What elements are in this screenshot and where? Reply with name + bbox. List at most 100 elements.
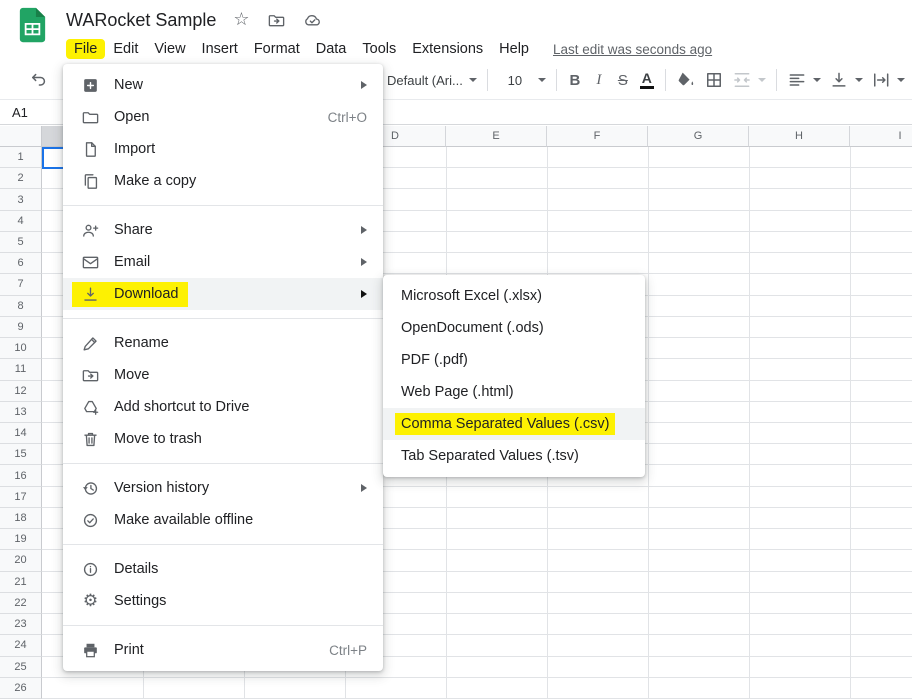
row-header-20[interactable]: 20 (0, 550, 42, 571)
last-edit-link[interactable]: Last edit was seconds ago (553, 42, 712, 57)
menu-divider (63, 544, 383, 545)
menu-item-share[interactable]: Share (63, 214, 383, 246)
row-header-15[interactable]: 15 (0, 444, 42, 465)
menu-item-make-available-offline[interactable]: Make available offline (63, 504, 383, 536)
text-wrap-button[interactable] (867, 67, 909, 93)
menu-file[interactable]: File (66, 39, 105, 59)
column-header-F[interactable]: F (547, 126, 648, 147)
row-header-25[interactable]: 25 (0, 657, 42, 678)
chevron-down-icon (538, 78, 546, 82)
menu-view[interactable]: View (146, 39, 193, 59)
chevron-down-icon (855, 78, 863, 82)
text-color-button[interactable]: A (635, 67, 659, 93)
submenu-item-ods[interactable]: OpenDocument (.ods) (383, 312, 645, 344)
menu-item-settings[interactable]: ⚙ Settings (63, 585, 383, 617)
row-header-17[interactable]: 17 (0, 487, 42, 508)
menu-bar: File Edit View Insert Format Data Tools … (66, 36, 912, 62)
offline-check-icon (81, 511, 100, 530)
folder-icon (81, 108, 100, 127)
cloud-status-icon[interactable] (303, 11, 322, 30)
menu-item-move[interactable]: Move (63, 359, 383, 391)
row-header-11[interactable]: 11 (0, 359, 42, 380)
row-header-3[interactable]: 3 (0, 189, 42, 210)
menu-edit[interactable]: Edit (105, 39, 146, 59)
menu-item-rename[interactable]: Rename (63, 327, 383, 359)
menu-item-version-history[interactable]: Version history (63, 472, 383, 504)
row-header-4[interactable]: 4 (0, 211, 42, 232)
menu-item-new[interactable]: New (63, 69, 383, 101)
row-header-9[interactable]: 9 (0, 317, 42, 338)
row-header-21[interactable]: 21 (0, 572, 42, 593)
name-box[interactable]: A1 (0, 105, 28, 120)
row-header-13[interactable]: 13 (0, 402, 42, 423)
menu-extensions[interactable]: Extensions (404, 39, 491, 59)
toolbar-divider (487, 69, 488, 91)
menu-divider (63, 625, 383, 626)
row-header-12[interactable]: 12 (0, 381, 42, 402)
chevron-down-icon (813, 78, 821, 82)
menu-item-print[interactable]: Print Ctrl+P (63, 634, 383, 666)
menu-help[interactable]: Help (491, 39, 537, 59)
submenu-item-tsv[interactable]: Tab Separated Values (.tsv) (383, 440, 645, 472)
column-header-G[interactable]: G (648, 126, 749, 147)
sheets-logo[interactable] (16, 7, 49, 43)
file-menu-popup: New Open Ctrl+O Import Make a copy (63, 64, 383, 671)
menu-item-import[interactable]: Import (63, 133, 383, 165)
vertical-align-button[interactable] (825, 67, 867, 93)
menu-data[interactable]: Data (308, 39, 355, 59)
menu-format[interactable]: Format (246, 39, 308, 59)
select-all-corner[interactable] (0, 126, 42, 147)
row-header-24[interactable]: 24 (0, 635, 42, 656)
row-header-18[interactable]: 18 (0, 508, 42, 529)
file-icon (81, 140, 100, 159)
menu-item-download[interactable]: Download (63, 278, 383, 310)
submenu-arrow-icon (361, 226, 367, 234)
merge-cells-button[interactable] (728, 67, 770, 93)
row-header-26[interactable]: 26 (0, 678, 42, 699)
chevron-down-icon (758, 78, 766, 82)
row-header-6[interactable]: 6 (0, 253, 42, 274)
submenu-item-csv[interactable]: Comma Separated Values (.csv) (383, 408, 645, 440)
submenu-item-pdf[interactable]: PDF (.pdf) (383, 344, 645, 376)
row-header-22[interactable]: 22 (0, 593, 42, 614)
menu-item-move-to-trash[interactable]: Move to trash (63, 423, 383, 455)
document-title[interactable]: WARocket Sample (66, 10, 216, 31)
row-header-19[interactable]: 19 (0, 529, 42, 550)
star-icon[interactable]: ☆ (233, 11, 249, 29)
undo-button[interactable] (26, 67, 52, 93)
menu-item-details[interactable]: Details (63, 553, 383, 585)
column-header-E[interactable]: E (446, 126, 547, 147)
row-header-1[interactable]: 1 (0, 147, 42, 168)
toolbar-divider (556, 69, 557, 91)
font-family-select[interactable]: Default (Ari... (383, 67, 481, 93)
menu-item-email[interactable]: Email (63, 246, 383, 278)
italic-button[interactable]: I (587, 67, 611, 93)
strikethrough-button[interactable]: S (611, 67, 635, 93)
google-sheets-window: WARocket Sample ☆ File Edit View Insert … (0, 0, 912, 699)
font-size-select[interactable]: 10 (494, 67, 550, 93)
menu-insert[interactable]: Insert (194, 39, 246, 59)
row-header-14[interactable]: 14 (0, 423, 42, 444)
download-icon (81, 285, 100, 304)
bold-button[interactable]: B (563, 67, 587, 93)
horizontal-align-button[interactable] (783, 67, 825, 93)
row-header-7[interactable]: 7 (0, 274, 42, 295)
menu-item-add-shortcut-to-drive[interactable]: Add shortcut to Drive (63, 391, 383, 423)
row-header-5[interactable]: 5 (0, 232, 42, 253)
row-header-2[interactable]: 2 (0, 168, 42, 189)
menu-item-make-a-copy[interactable]: Make a copy (63, 165, 383, 197)
row-header-8[interactable]: 8 (0, 296, 42, 317)
menu-item-open[interactable]: Open Ctrl+O (63, 101, 383, 133)
column-header-I[interactable]: I (850, 126, 912, 147)
menu-tools[interactable]: Tools (354, 39, 404, 59)
fill-color-button[interactable] (672, 67, 700, 93)
borders-button[interactable] (700, 67, 728, 93)
submenu-item-xlsx[interactable]: Microsoft Excel (.xlsx) (383, 280, 645, 312)
copy-icon (81, 172, 100, 191)
row-header-16[interactable]: 16 (0, 465, 42, 486)
row-header-10[interactable]: 10 (0, 338, 42, 359)
move-folder-icon[interactable] (267, 11, 286, 30)
column-header-H[interactable]: H (749, 126, 850, 147)
submenu-item-html[interactable]: Web Page (.html) (383, 376, 645, 408)
row-header-23[interactable]: 23 (0, 614, 42, 635)
